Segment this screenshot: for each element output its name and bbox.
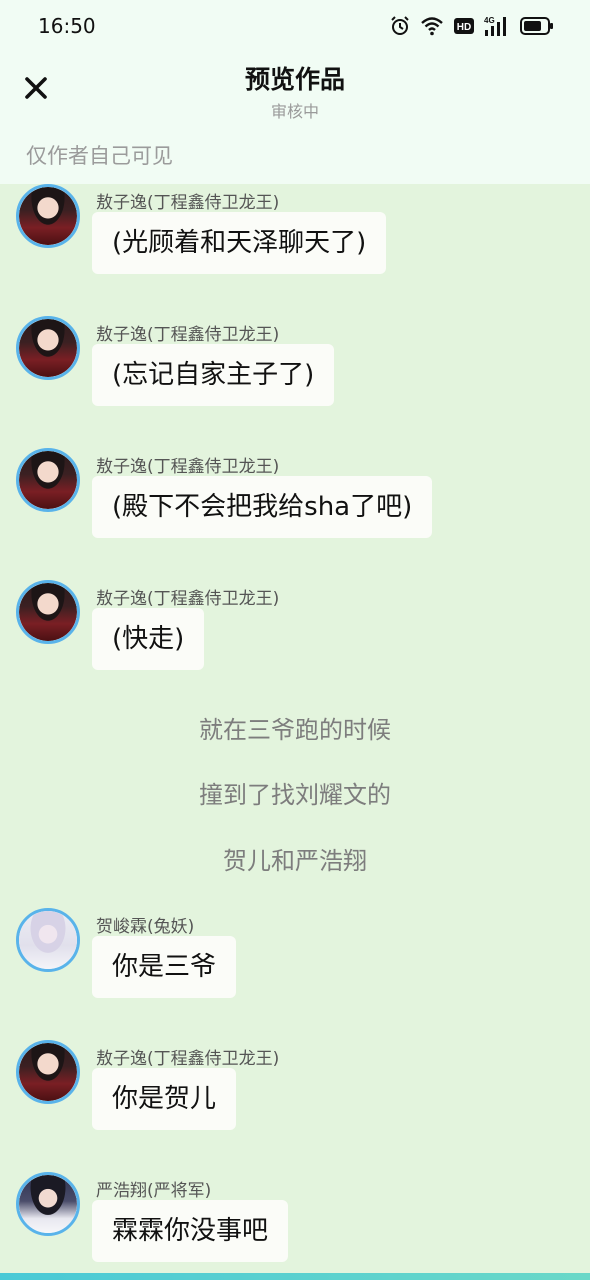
speaker-name: 敖子逸(丁程鑫侍卫龙王) xyxy=(96,457,280,477)
status-time: 16:50 xyxy=(38,14,96,38)
wifi-icon xyxy=(420,16,444,36)
status-bar: 16:50 HD 4G xyxy=(0,0,590,52)
header-area: 16:50 HD 4G 预览作品 审核中 仅作者自己可见 xyxy=(0,0,590,184)
speaker-name: 贺峻霖(兔妖) xyxy=(96,917,195,937)
avatar[interactable] xyxy=(16,316,80,380)
avatar[interactable] xyxy=(16,1172,80,1236)
visibility-note: 仅作者自己可见 xyxy=(26,144,173,168)
avatar[interactable] xyxy=(16,184,80,248)
message-bubble: (殿下不会把我给sha了吧) xyxy=(92,476,433,538)
navigation-bar: 预览作品 审核中 xyxy=(0,52,590,130)
hd-label: HD xyxy=(457,22,471,33)
speaker-name: 敖子逸(丁程鑫侍卫龙王) xyxy=(96,325,280,345)
bottom-accent-bar xyxy=(0,1273,590,1280)
message-bubble: 霖霖你没事吧 xyxy=(92,1200,289,1262)
speaker-name: 敖子逸(丁程鑫侍卫龙王) xyxy=(96,589,280,609)
message-bubble: (忘记自家主子了) xyxy=(92,344,335,406)
speaker-name: 敖子逸(丁程鑫侍卫龙王) xyxy=(96,193,280,213)
signal-4g-icon: 4G xyxy=(484,15,510,37)
battery-icon xyxy=(520,16,554,36)
message-bubble: (光顾着和天泽聊天了) xyxy=(92,212,387,274)
message-bubble: 你是贺儿 xyxy=(92,1068,237,1130)
network-label: 4G xyxy=(484,16,495,25)
review-status: 审核中 xyxy=(270,102,319,121)
avatar[interactable] xyxy=(16,908,80,972)
narration-line: 就在三爷跑的时候 xyxy=(199,716,391,744)
narration-line: 贺儿和严浩翔 xyxy=(223,847,367,875)
narration-line: 撞到了找刘耀文的 xyxy=(199,781,391,809)
speaker-name: 严浩翔(严将军) xyxy=(96,1181,212,1201)
status-icons: HD 4G xyxy=(390,14,554,38)
message-bubble: (快走) xyxy=(92,608,205,670)
avatar[interactable] xyxy=(16,1040,80,1104)
avatar[interactable] xyxy=(16,580,80,644)
avatar[interactable] xyxy=(16,448,80,512)
hd-icon: HD xyxy=(454,16,474,36)
alarm-icon xyxy=(390,16,410,36)
message-bubble: 你是三爷 xyxy=(92,936,237,998)
speaker-name: 敖子逸(丁程鑫侍卫龙王) xyxy=(96,1049,280,1069)
chat-area[interactable]: 敖子逸(丁程鑫侍卫龙王) (光顾着和天泽聊天了) 敖子逸(丁程鑫侍卫龙王) (忘… xyxy=(0,184,590,1273)
page-title: 预览作品 xyxy=(244,65,345,94)
